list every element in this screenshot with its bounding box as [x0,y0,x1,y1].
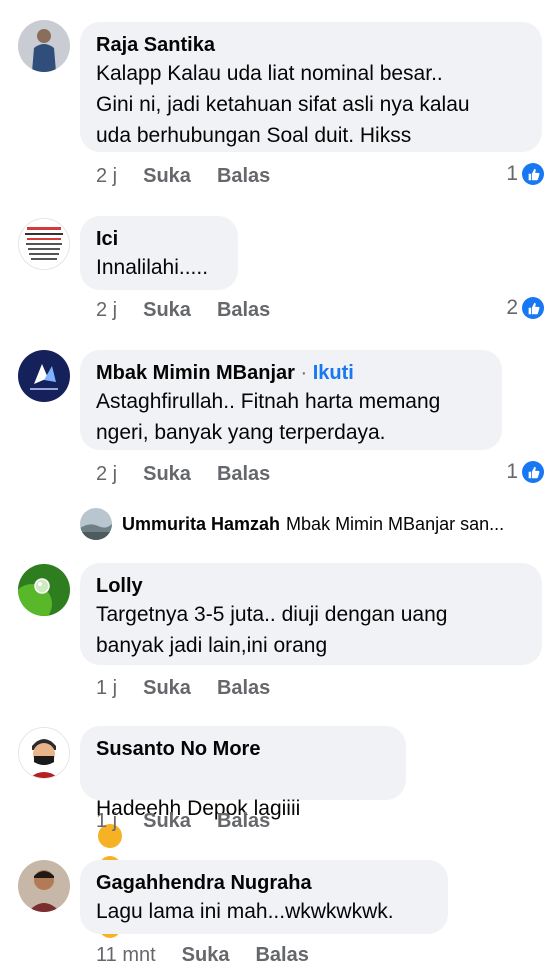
like-button[interactable]: Suka [143,809,191,833]
reply-button[interactable]: Balas [217,164,270,188]
reply-preview[interactable]: Ummurita Hamzah Mbak Mimin MBanjar san..… [80,506,550,542]
comment-actions: 1 j Suka Balas [96,676,270,700]
comment-text: Innalilahi..... [96,256,209,279]
reply-button[interactable]: Balas [217,298,270,322]
commenter-name[interactable]: Mbak Mimin MBanjar [96,362,295,384]
avatar[interactable] [18,218,70,270]
reaction-count[interactable]: 2 [506,296,544,320]
commenter-name[interactable]: Susanto No More [96,736,390,762]
reply-button[interactable]: Balas [217,676,270,700]
commenter-name[interactable]: Raja Santika [96,32,526,58]
avatar[interactable] [18,860,70,912]
reply-avatar [80,508,112,540]
comment-actions: 2 j Suka Balas [96,298,270,322]
comment-time[interactable]: 2 j [96,462,117,486]
comment-time[interactable]: 2 j [96,298,117,322]
comment-bubble: Susanto No More Hadeehh Depok lagiiii [80,726,406,938]
like-button[interactable]: Suka [143,462,191,486]
reaction-count[interactable]: 1 [506,460,544,484]
commenter-name[interactable]: Ici [96,226,222,252]
follow-button[interactable]: Ikuti [313,362,354,384]
reply-author-name: Ummurita Hamzah [122,513,281,534]
reaction-number: 2 [506,296,518,319]
comment-time[interactable]: 1 j [96,676,117,700]
comment-bubble: Mbak Mimin MBanjar · Ikuti Astaghfirulla… [80,350,502,450]
avatar[interactable] [18,564,70,616]
commenter-name-row: Mbak Mimin MBanjar · Ikuti [96,360,486,386]
reaction-number: 1 [506,162,518,185]
comment-bubble: Ici Innalilahi..... [80,216,238,290]
comment-text: Astaghfirullah.. Fitnah harta memang nge… [96,390,441,444]
like-reaction-icon [522,461,544,483]
like-button[interactable]: Suka [182,943,230,967]
reaction-number: 1 [506,460,518,483]
like-button[interactable]: Suka [143,298,191,322]
commenter-name[interactable]: Gagahhendra Nugraha [96,870,432,896]
like-reaction-icon [522,163,544,185]
avatar[interactable] [18,350,70,402]
comment-text: Lagu lama ini mah...wkwkwkwk. [96,900,394,923]
reply-button[interactable]: Balas [217,809,270,833]
comment-time[interactable]: 2 j [96,164,117,188]
comment-text: Targetnya 3-5 juta.. diuji dengan uang b… [96,603,448,657]
comment-bubble: Lolly Targetnya 3-5 juta.. diuji dengan … [80,563,542,665]
reaction-count[interactable]: 1 [506,162,544,186]
avatar[interactable] [18,727,70,779]
comment-actions: 11 mnt Suka Balas [96,943,309,967]
like-button[interactable]: Suka [143,164,191,188]
comment-actions: 2 j Suka Balas [96,462,270,486]
comment-time[interactable]: 11 mnt [96,943,156,967]
comment-bubble: Gagahhendra Nugraha Lagu lama ini mah...… [80,860,448,934]
comment-text: Kalapp Kalau uda liat nominal besar.. Gi… [96,62,470,147]
reply-snippet: Mbak Mimin MBanjar san... [286,513,505,534]
separator-dot: · [300,362,308,384]
like-reaction-icon [522,297,544,319]
commenter-name[interactable]: Lolly [96,573,526,599]
like-button[interactable]: Suka [143,676,191,700]
comment-actions: 2 j Suka Balas [96,164,270,188]
comment-time[interactable]: 1 j [96,809,117,833]
comment-bubble: Raja Santika Kalapp Kalau uda liat nomin… [80,22,542,152]
reply-button[interactable]: Balas [255,943,308,967]
comment-actions: 1 j Suka Balas [96,809,270,833]
reply-button[interactable]: Balas [217,462,270,486]
avatar[interactable] [18,20,70,72]
